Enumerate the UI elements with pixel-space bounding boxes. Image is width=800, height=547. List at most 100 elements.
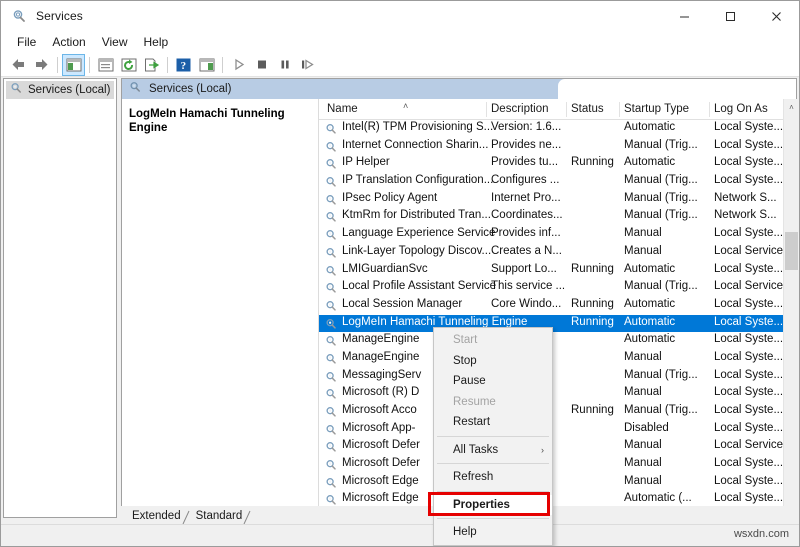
services-gear-icon — [324, 122, 338, 136]
pause-service-icon[interactable] — [273, 54, 296, 76]
menu-item-start: Start — [434, 330, 552, 351]
cell-name: Microsoft Edge — [342, 475, 419, 487]
cell-name: ManageEngine — [342, 351, 419, 363]
table-row[interactable]: IP Translation Configuration...Configure… — [319, 173, 784, 191]
cell-status: Running — [571, 298, 614, 310]
services-gear-icon — [324, 246, 338, 260]
cell-description: Provides ne... — [491, 139, 561, 151]
back-arrow-icon[interactable] — [7, 54, 30, 76]
cell-startup-type: Manual — [624, 457, 662, 469]
column-header-description[interactable]: Description — [491, 103, 549, 115]
export-list-icon[interactable] — [140, 54, 163, 76]
forward-arrow-icon[interactable] — [30, 54, 53, 76]
menu-view[interactable]: View — [94, 33, 136, 51]
menu-item-pause[interactable]: Pause — [434, 371, 552, 392]
menu-file[interactable]: File — [9, 33, 44, 51]
menu-item-help[interactable]: Help — [434, 522, 552, 543]
table-row[interactable]: Internet Connection Sharin...Provides ne… — [319, 138, 784, 156]
vertical-scrollbar[interactable]: ˄ ˅ — [783, 99, 798, 517]
cell-log-on-as: Local Syste... — [714, 298, 783, 310]
services-window: Services File Action View Help — [0, 0, 800, 547]
scrollbar-thumb[interactable] — [785, 232, 798, 270]
menu-help[interactable]: Help — [136, 33, 177, 51]
cell-name: Local Session Manager — [342, 298, 462, 310]
cell-startup-type: Automatic (... — [624, 492, 692, 504]
scroll-up-arrow-icon[interactable]: ˄ — [784, 99, 799, 116]
cell-startup-type: Manual (Trig... — [624, 369, 698, 381]
menu-item-label: Resume — [453, 396, 496, 408]
services-gear-icon — [324, 210, 338, 224]
services-gear-icon — [324, 387, 338, 401]
services-gear-icon — [324, 370, 338, 384]
column-header-startup-type[interactable]: Startup Type — [624, 103, 689, 115]
cell-name: Microsoft App- — [342, 422, 416, 434]
services-gear-icon — [324, 352, 338, 366]
cell-startup-type: Manual — [624, 227, 662, 239]
cell-name: Language Experience Service — [342, 227, 495, 239]
cell-log-on-as: Local Syste... — [714, 174, 783, 186]
cell-log-on-as: Local Syste... — [714, 422, 783, 434]
cell-startup-type: Automatic — [624, 298, 675, 310]
cell-name: Intel(R) TPM Provisioning S... — [342, 121, 493, 133]
refresh-icon[interactable] — [117, 54, 140, 76]
column-header-log-on-as[interactable]: Log On As — [714, 103, 768, 115]
cell-name: LogMeIn Hamachi Tunneling Engine — [342, 316, 527, 328]
cell-startup-type: Manual (Trig... — [624, 280, 698, 292]
services-gear-icon — [324, 334, 338, 348]
show-hide-console-tree-icon[interactable] — [62, 54, 85, 76]
maximize-button[interactable] — [707, 1, 753, 31]
cell-description: Provides inf... — [491, 227, 561, 239]
cell-description: Support Lo... — [491, 263, 557, 275]
details-pane-header-label: Services (Local) — [149, 83, 231, 95]
tab-standard[interactable]: Standard — [189, 509, 251, 524]
menu-item-stop[interactable]: Stop — [434, 351, 552, 372]
menu-item-properties[interactable]: Properties — [434, 495, 552, 516]
sidebar-item-services-local[interactable]: Services (Local) — [6, 81, 114, 99]
cell-log-on-as: Local Syste... — [714, 139, 783, 151]
start-service-icon[interactable] — [227, 54, 250, 76]
close-button[interactable] — [753, 1, 799, 31]
menu-separator — [437, 491, 549, 492]
table-row[interactable]: IP HelperProvides tu...RunningAutomaticL… — [319, 155, 784, 173]
help-icon[interactable]: ? — [172, 54, 195, 76]
table-row[interactable]: LMIGuardianSvcSupport Lo...RunningAutoma… — [319, 262, 784, 280]
cell-startup-type: Automatic — [624, 316, 675, 328]
menu-item-restart[interactable]: Restart — [434, 412, 552, 433]
chevron-right-icon: › — [541, 445, 544, 455]
services-gear-icon — [324, 299, 338, 313]
show-action-pane-icon[interactable] — [195, 54, 218, 76]
table-row[interactable]: Language Experience ServiceProvides inf.… — [319, 226, 784, 244]
table-row[interactable]: KtmRm for Distributed Tran...Coordinates… — [319, 208, 784, 226]
stop-service-icon[interactable] — [250, 54, 273, 76]
cell-name: Microsoft Defer — [342, 457, 420, 469]
table-row[interactable]: Link-Layer Topology Discov...Creates a N… — [319, 244, 784, 262]
services-list: Name ˄ Description Status Startup Type L… — [318, 99, 798, 517]
table-row[interactable]: Local Session Manager Core Windo... Runnin… — [319, 297, 784, 315]
cell-description: This service ... — [491, 280, 565, 292]
cell-name: LMIGuardianSvc — [342, 263, 428, 275]
cell-name: Internet Connection Sharin... — [342, 139, 488, 151]
cell-startup-type: Disabled — [624, 422, 669, 434]
menu-bar: File Action View Help — [1, 31, 799, 53]
cell-name: Microsoft Acco — [342, 404, 417, 416]
minimize-button[interactable] — [661, 1, 707, 31]
cell-status: Running — [571, 404, 614, 416]
cell-description: Core Windo... — [491, 298, 561, 310]
cell-log-on-as: Local Syste... — [714, 156, 783, 168]
cell-startup-type: Manual (Trig... — [624, 192, 698, 204]
table-row[interactable]: Local Profile Assistant ServiceThis serv… — [319, 279, 784, 297]
properties-window-icon[interactable] — [94, 54, 117, 76]
cell-status: Running — [571, 263, 614, 275]
column-header-name[interactable]: Name — [327, 103, 358, 115]
tab-extended[interactable]: Extended — [125, 509, 189, 524]
menu-action[interactable]: Action — [44, 33, 93, 51]
table-row[interactable]: Intel(R) TPM Provisioning S...Version: 1… — [319, 120, 784, 138]
cell-startup-type: Manual (Trig... — [624, 404, 698, 416]
restart-service-icon[interactable] — [296, 54, 319, 76]
menu-item-all-tasks[interactable]: All Tasks› — [434, 440, 552, 461]
table-row[interactable]: IPsec Policy AgentInternet Pro...Manual … — [319, 191, 784, 209]
menu-item-refresh[interactable]: Refresh — [434, 467, 552, 488]
column-header-status[interactable]: Status — [571, 103, 604, 115]
menu-separator — [437, 518, 549, 519]
menu-item-label: Properties — [453, 499, 510, 511]
